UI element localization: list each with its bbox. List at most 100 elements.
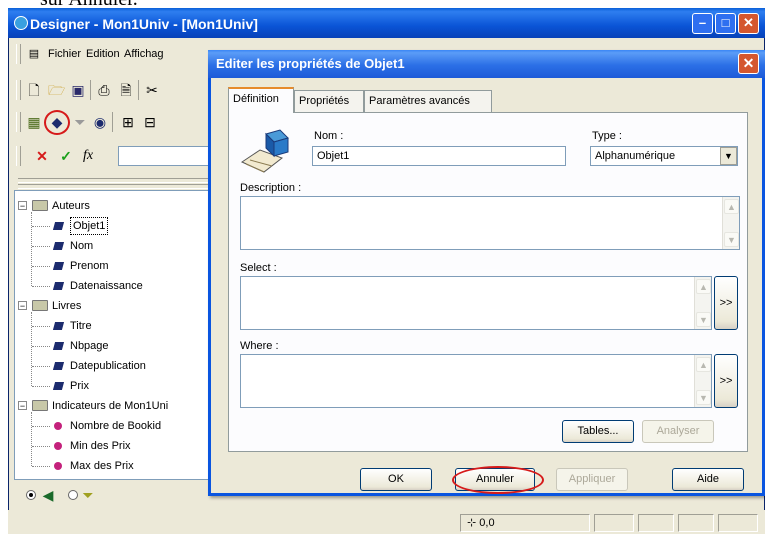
description-textarea[interactable] — [240, 196, 740, 250]
function-icon[interactable]: fx — [80, 148, 96, 164]
object-graphic-icon — [240, 129, 289, 173]
print-preview-icon[interactable]: 🗎 — [118, 82, 134, 98]
crosshair-icon: ⊹ — [467, 517, 480, 529]
conditions-filter-icon: ⏷ — [82, 487, 94, 503]
where-scrollbar[interactable]: ▲ ▼ — [694, 355, 711, 407]
status-cell — [638, 514, 674, 532]
tree-collapse-icon[interactable]: − — [18, 201, 27, 211]
toolbar-grip — [16, 112, 21, 132]
app-icon — [14, 16, 28, 30]
dialog-close-button[interactable]: ✕ — [738, 53, 759, 74]
select-textarea[interactable] — [240, 276, 712, 330]
tree-item-label: Datepublication — [70, 360, 146, 372]
type-label: Type : — [592, 130, 622, 142]
menu-edition[interactable]: Edition — [86, 48, 120, 60]
scroll-down-icon[interactable]: ▼ — [696, 312, 711, 327]
ok-button[interactable]: OK — [360, 468, 432, 491]
tree-item-label: Datenaissance — [70, 280, 143, 292]
classes-icon: ◀ — [42, 487, 54, 503]
tree-item-label: Nom — [70, 240, 94, 252]
scroll-up-icon[interactable]: ▲ — [696, 357, 711, 372]
tree-item-label: Titre — [70, 320, 92, 332]
where-edit-button[interactable]: >> — [714, 354, 738, 408]
type-select[interactable]: Alphanumérique — [590, 146, 738, 166]
tree-connector — [31, 212, 32, 286]
analyze-button[interactable]: Analyser — [642, 420, 714, 443]
menubar-grip — [16, 44, 21, 64]
apply-button[interactable]: Appliquer — [556, 468, 628, 491]
scroll-up-icon[interactable]: ▲ — [696, 279, 711, 294]
maximize-button[interactable]: □ — [715, 13, 736, 34]
description-scrollbar[interactable]: ▲ ▼ — [722, 197, 739, 249]
scroll-down-icon[interactable]: ▼ — [696, 390, 711, 405]
dialog-title: Editer les propriétés de Objet1 — [216, 56, 405, 71]
window-close-button[interactable]: ✕ — [738, 13, 759, 34]
name-label: Nom : — [314, 130, 344, 142]
tables-button[interactable]: Tables... — [562, 420, 634, 443]
tree-collapse-icon[interactable]: − — [18, 401, 27, 411]
tree-connector — [32, 386, 50, 387]
print-icon[interactable]: ⎙ — [96, 82, 112, 98]
window-title: Designer - Mon1Univ - [Mon1Univ] — [30, 16, 258, 32]
name-input[interactable]: Objet1 — [312, 146, 566, 166]
new-icon[interactable]: 🗋 — [26, 82, 42, 98]
insert-measure-icon[interactable]: ◉ — [92, 114, 108, 130]
tree-collapse-icon[interactable]: − — [18, 301, 27, 311]
description-label: Description : — [240, 182, 302, 194]
where-textarea[interactable] — [240, 354, 712, 408]
measure-icon — [54, 462, 62, 470]
tree-connector — [32, 346, 50, 347]
tab-definition[interactable]: Définition — [228, 87, 294, 113]
highlight-ellipse — [452, 466, 544, 494]
select-edit-button[interactable]: >> — [714, 276, 738, 330]
class-folder-icon — [32, 400, 48, 411]
select-scrollbar[interactable]: ▲ ▼ — [694, 277, 711, 329]
tree-item-label: Objet1 — [70, 217, 109, 235]
status-cell — [678, 514, 714, 532]
tab-proprietes[interactable]: Propriétés — [294, 90, 364, 112]
measure-icon — [54, 442, 62, 450]
tree-connector — [32, 366, 50, 367]
tree-item-label: Prenom — [70, 260, 109, 272]
insert-table-icon[interactable]: ⊞ — [120, 114, 136, 130]
class-folder-icon — [32, 200, 48, 211]
tree-connector — [32, 286, 50, 287]
type-select-value: Alphanumérique — [595, 150, 676, 162]
tree-connector — [32, 326, 50, 327]
help-button[interactable]: Aide — [672, 468, 744, 491]
status-coords: ⊹ 0,0 — [460, 514, 590, 532]
chevron-down-icon[interactable]: ▼ — [720, 147, 737, 165]
tree-item-label: Min des Prix — [70, 440, 131, 452]
formula-input[interactable] — [118, 146, 213, 166]
tree-connector — [32, 466, 50, 467]
panel-divider — [18, 178, 214, 183]
insert-condition-icon[interactable]: ⏷ — [72, 114, 88, 130]
insert-class-icon[interactable]: ▦ — [26, 114, 42, 130]
status-cell — [594, 514, 634, 532]
tree-item-label: Max des Prix — [70, 460, 134, 472]
confirm-edit-icon[interactable]: ✓ — [58, 148, 74, 164]
tab-parametres-avances[interactable]: Paramètres avancés — [364, 90, 492, 112]
tree-item-label: Nombre de Bookid — [70, 420, 162, 432]
cancel-edit-icon[interactable]: ✕ — [34, 148, 50, 164]
view-conditions-radio[interactable] — [68, 490, 78, 500]
menu-fichier[interactable]: Fichier — [48, 48, 81, 60]
tree-connector — [32, 446, 50, 447]
mdi-menu-icon[interactable]: ▤ — [26, 46, 42, 62]
toolbar-separator — [112, 112, 113, 132]
toolbar-grip — [16, 146, 21, 166]
select-label: Select : — [240, 262, 277, 274]
insert-object-icon[interactable]: ◆ — [49, 114, 65, 130]
open-icon[interactable]: 🗁 — [48, 82, 65, 98]
cut-icon[interactable]: ✂ — [144, 82, 160, 98]
toolbar-grip — [16, 80, 21, 100]
insert-join-icon[interactable]: ⊟ — [142, 114, 158, 130]
class-folder-icon — [32, 300, 48, 311]
scroll-up-icon[interactable]: ▲ — [724, 199, 739, 214]
save-icon[interactable]: ▣ — [70, 82, 86, 98]
menu-affichage[interactable]: Affichag — [124, 48, 208, 60]
minimize-button[interactable]: – — [692, 13, 713, 34]
view-classes-radio[interactable] — [26, 490, 36, 500]
scroll-down-icon[interactable]: ▼ — [724, 232, 739, 247]
tree-class-label: Livres — [52, 300, 82, 312]
